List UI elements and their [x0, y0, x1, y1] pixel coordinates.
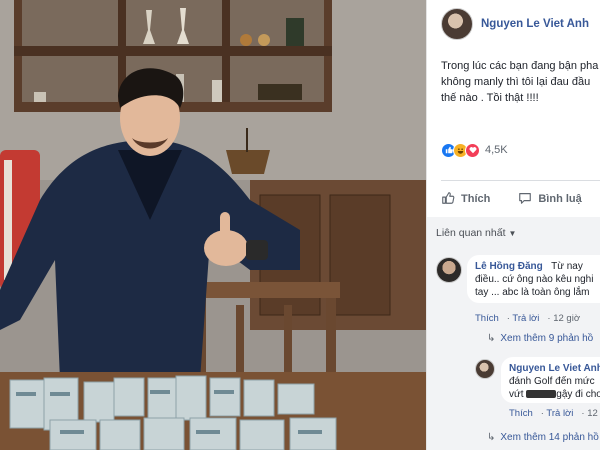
- post-text-line: không manly thì tôi lại đau đầu: [441, 76, 591, 88]
- comment-button[interactable]: Bình luậ: [518, 191, 582, 208]
- post-text: Trong lúc các bạn đang bận pha không man…: [441, 58, 600, 106]
- reply-time: 12 giờ: [587, 408, 600, 419]
- comment-like-link[interactable]: Thích: [475, 313, 499, 324]
- comments-section: Liên quan nhất ▼ Lê Hồng Đăng Từ nay điều…: [427, 217, 600, 450]
- comment-reply-link[interactable]: Trả lời: [512, 313, 539, 324]
- view-more-replies[interactable]: ↳ Xem thêm 9 phản hồ: [487, 333, 593, 344]
- comment-sort-dropdown[interactable]: Liên quan nhất ▼: [436, 227, 516, 239]
- reply-text: vứt: [509, 389, 524, 400]
- comment-text: tay ... abc là toàn ông lắm: [475, 287, 590, 298]
- post-photo[interactable]: [0, 0, 426, 450]
- reply-author[interactable]: Nguyen Le Viet Anh: [509, 362, 600, 375]
- reply-reply-link[interactable]: Trả lời: [546, 408, 573, 419]
- post-actions: Thích Bình luậ: [441, 188, 600, 210]
- author-avatar[interactable]: [441, 8, 473, 40]
- like-button-label: Thích: [461, 193, 491, 205]
- comment-text: điều.. cứ ông nào kêu nghi: [475, 274, 594, 285]
- post-text-line: thế nào . Tồi thật !!!!: [441, 92, 539, 104]
- post-text-line: Trong lúc các bạn đang bận pha: [441, 60, 599, 72]
- reply-bubble: Nguyen Le Viet Anh đánh Golf đến mức vứt…: [501, 357, 600, 403]
- view-more-replies-label: Xem thêm 14 phản hồ: [500, 432, 599, 443]
- comment-bubble: Lê Hồng Đăng Từ nay điều.. cứ ông nào kê…: [467, 255, 600, 303]
- reply-text: đánh Golf đến mức: [509, 376, 595, 387]
- comment-time: 12 giờ: [553, 313, 581, 324]
- reply-arrow-icon: ↳: [487, 432, 496, 443]
- commenter-avatar[interactable]: [436, 257, 462, 283]
- comment-meta: Thích · Trả lời · 12 giờ: [475, 313, 581, 324]
- love-icon: [465, 142, 480, 158]
- comment-text: Từ nay: [551, 261, 583, 272]
- comment-author[interactable]: Lê Hồng Đăng: [475, 261, 543, 272]
- redacted-word: [526, 390, 557, 399]
- reply-like-link[interactable]: Thích: [509, 408, 533, 419]
- view-more-replies[interactable]: ↳ Xem thêm 14 phản hồ: [487, 432, 599, 443]
- post-panel: Nguyen Le Viet Anh Trong lúc các bạn đan…: [426, 0, 600, 450]
- photo-illustration: [0, 0, 426, 450]
- comment-button-label: Bình luậ: [538, 193, 582, 205]
- reply-avatar[interactable]: [475, 359, 495, 379]
- thumbs-up-icon: [441, 191, 455, 208]
- reply-meta: Thích· Trả lời· 12 giờ: [509, 408, 600, 419]
- divider: [441, 180, 600, 181]
- author-name[interactable]: Nguyen Le Viet Anh: [481, 18, 589, 30]
- reactions-summary[interactable]: 4,5K: [441, 141, 508, 159]
- caret-down-icon: ▼: [508, 229, 517, 238]
- post-header: Nguyen Le Viet Anh: [441, 8, 600, 44]
- comment-icon: [518, 191, 532, 208]
- view-more-replies-label: Xem thêm 9 phản hồ: [500, 333, 594, 344]
- like-button[interactable]: Thích: [441, 191, 490, 208]
- reply-arrow-icon: ↳: [487, 333, 496, 344]
- comment-sort-label: Liên quan nhất: [436, 227, 506, 239]
- reply-text: gậy đi cho: [556, 389, 600, 400]
- reaction-count[interactable]: 4,5K: [485, 144, 508, 156]
